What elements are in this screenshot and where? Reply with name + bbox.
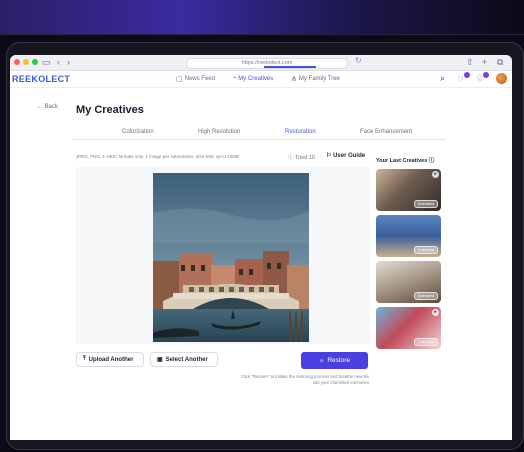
nav-family-tree[interactable]: ⋔ My Family Tree: [291, 75, 340, 83]
background-divider: [0, 34, 524, 35]
restore-label: Restore: [327, 357, 351, 364]
upload-hint: JPEG, PNG, 1-HEIC formats only; 1 image …: [76, 154, 240, 159]
nav-family-tree-label: My Family Tree: [298, 76, 340, 82]
select-another-label: Select Another: [165, 356, 208, 363]
gallery-icon: ▣: [157, 357, 163, 363]
creatives-icon: ◔: [232, 75, 237, 82]
thumb-label: Animated: [413, 292, 438, 300]
forward-nav-icon[interactable]: ›: [67, 56, 70, 69]
background-banner: [0, 0, 524, 34]
browser-window: ▭ ‹ › ◍ https://reekolect.com ↻ ⇧ + ⧉ RE…: [10, 55, 512, 440]
thumb-label: Colorized: [413, 246, 438, 254]
share-icon[interactable]: ⇧: [466, 56, 474, 69]
back-arrow-icon: ←: [37, 104, 43, 110]
creative-thumb-3[interactable]: Animated: [376, 261, 441, 303]
creative-thumb-2[interactable]: Colorized: [376, 215, 441, 257]
last-creatives-title-text: Your Last Creatives: [376, 158, 428, 164]
restore-button[interactable]: ✧ Restore: [301, 352, 368, 369]
restore-note: Click "Restore" to initiate the restorin…: [240, 374, 369, 385]
back-nav-icon[interactable]: ‹: [57, 56, 60, 69]
thumb-label: Colorized: [413, 338, 438, 346]
preview-image: [153, 173, 309, 342]
minimize-dot[interactable]: [23, 59, 29, 65]
active-tab-indicator: [264, 66, 316, 68]
thumb-play-icon[interactable]: ▸: [432, 309, 439, 316]
tab-high-resolution[interactable]: High Resolution: [198, 129, 240, 135]
upload-another-button[interactable]: ⤒ Upload Another: [76, 352, 144, 367]
chat-icon[interactable]: ◌: [458, 73, 463, 83]
nav-my-creatives[interactable]: ◔ My Creatives: [232, 75, 273, 82]
thumb-play-icon[interactable]: ▸: [432, 171, 439, 178]
tab-restoration[interactable]: Restoration: [285, 129, 316, 135]
browser-toolbar: ▭ ‹ › ◍ https://reekolect.com ↻ ⇧ + ⧉: [10, 55, 512, 71]
page-title: My Creatives: [76, 104, 144, 116]
creative-thumb-1[interactable]: ▸ Animated: [376, 169, 441, 211]
back-label: Back: [44, 104, 59, 110]
window-controls: [14, 59, 38, 65]
nav-news-feed-label: News Feed: [184, 76, 215, 82]
tabs-overview-icon[interactable]: ⧉: [497, 56, 503, 69]
nav-my-creatives-label: My Creatives: [238, 75, 274, 82]
sidebar-toggle-icon[interactable]: ▭: [42, 56, 51, 69]
maximize-dot[interactable]: [32, 59, 38, 65]
creative-thumb-4[interactable]: ▸ Colorized: [376, 307, 441, 349]
close-dot[interactable]: [14, 59, 20, 65]
tried-counter: ⓘ Tried 10: [288, 153, 315, 161]
last-creatives-info-icon: ⓘ: [428, 158, 435, 164]
family-tree-icon: ⋔: [291, 76, 297, 83]
chat-badge: [464, 72, 470, 78]
upload-another-label: Upload Another: [88, 356, 134, 363]
tab-colorization[interactable]: Colorization: [122, 129, 154, 135]
nav-news-feed[interactable]: ▢ News Feed: [176, 75, 215, 83]
tried-label: Tried 10: [294, 155, 315, 161]
news-feed-icon: ▢: [176, 76, 183, 83]
tab-face-enhancement[interactable]: Face Enhancement: [360, 129, 412, 135]
user-guide-icon: ⚐: [326, 153, 332, 159]
select-another-button[interactable]: ▣ Select Another: [150, 352, 218, 367]
brand-logo[interactable]: REEKOLECT: [12, 74, 70, 84]
last-creatives-title: Your Last Creatives ⓘ: [376, 156, 434, 164]
new-tab-icon[interactable]: +: [482, 56, 487, 69]
upload-icon: ⤒: [83, 356, 86, 362]
reload-icon[interactable]: ↻: [355, 56, 362, 65]
bell-badge: [483, 72, 489, 78]
avatar[interactable]: [496, 73, 507, 84]
info-icon: ⓘ: [288, 155, 294, 161]
thumb-label: Animated: [413, 200, 438, 208]
sparkle-icon: ✧: [318, 357, 325, 365]
user-guide-label: User Guide: [333, 153, 366, 159]
search-icon[interactable]: ⌕: [440, 73, 445, 84]
back-link[interactable]: ← Back: [37, 104, 58, 110]
tool-tabs: Colorization High Resolution Restoration…: [72, 126, 446, 140]
user-guide-link[interactable]: ⚐ User Guide: [326, 152, 365, 159]
app-header: REEKOLECT ▢ News Feed ◔ My Creatives ⋔ M…: [10, 71, 512, 88]
